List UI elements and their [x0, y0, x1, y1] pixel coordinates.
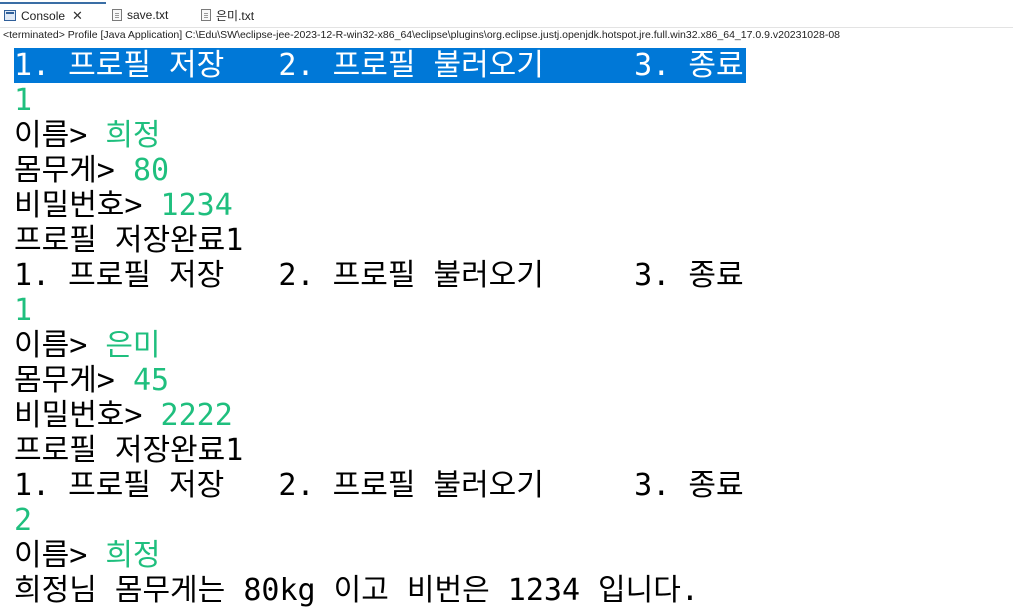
console-line-prompt: 몸무게> 80	[14, 153, 169, 188]
prompt-label: 몸무게>	[14, 153, 133, 188]
prompt-label: 비밀번호>	[14, 188, 161, 223]
tab-save-txt[interactable]: save.txt	[112, 4, 168, 26]
console-line-prompt: 이름> 희정	[14, 538, 161, 573]
console-line-menu: 1. 프로필 저장 2. 프로필 불러오기 3. 종료	[14, 468, 744, 503]
user-input-value: 희정	[105, 118, 161, 153]
console-line-user-input: 1	[14, 83, 33, 118]
console-line-user-input: 1	[14, 293, 33, 328]
tab-save-txt-label: save.txt	[127, 8, 169, 22]
console-line-prompt: 이름> 은미	[14, 328, 161, 363]
file-icon	[201, 9, 211, 21]
user-input-value: 80	[132, 153, 170, 188]
prompt-label: 이름>	[14, 328, 106, 363]
console-line-output: 프로필 저장완료1	[14, 433, 244, 468]
console-line-menu-selected[interactable]: 1. 프로필 저장 2. 프로필 불러오기 3. 종료	[14, 48, 746, 83]
tab-eunmi-txt[interactable]: 은미.txt	[201, 4, 254, 26]
console-line-prompt: 몸무게> 45	[14, 363, 169, 398]
launch-status-line: <terminated> Profile [Java Application] …	[3, 29, 841, 41]
user-input-value: 1234	[160, 188, 233, 223]
console-line-menu: 1. 프로필 저장 2. 프로필 불러오기 3. 종료	[14, 258, 744, 293]
file-icon	[112, 9, 122, 21]
console-output[interactable]: 1. 프로필 저장 2. 프로필 불러오기 3. 종료 1 이름> 희정 몸무게…	[0, 44, 1013, 608]
prompt-label: 이름>	[14, 118, 106, 153]
console-line-user-input: 2	[14, 503, 33, 538]
console-line-output: 프로필 저장완료1	[14, 223, 244, 258]
user-input-value: 45	[132, 363, 170, 398]
tab-console-label: Console	[21, 8, 66, 23]
tab-console[interactable]: Console ✕	[0, 2, 106, 27]
console-line-prompt: 이름> 희정	[14, 118, 161, 153]
prompt-label: 몸무게>	[14, 363, 133, 398]
prompt-label: 이름>	[14, 538, 106, 573]
user-input-value: 은미	[105, 328, 161, 363]
user-input-value: 희정	[105, 538, 161, 573]
user-input-value: 2222	[160, 398, 233, 433]
tab-eunmi-txt-label: 은미.txt	[216, 8, 255, 23]
close-icon[interactable]: ✕	[72, 8, 83, 24]
console-icon	[4, 10, 16, 21]
console-line-output: 희정님 몸무게는 80kg 이고 비번은 1234 입니다.	[14, 573, 699, 608]
console-line-prompt: 비밀번호> 1234	[14, 188, 233, 223]
prompt-label: 비밀번호>	[14, 398, 161, 433]
console-tab-bar: Console ✕ save.txt 은미.txt	[0, 0, 1013, 28]
console-line-prompt: 비밀번호> 2222	[14, 398, 233, 433]
